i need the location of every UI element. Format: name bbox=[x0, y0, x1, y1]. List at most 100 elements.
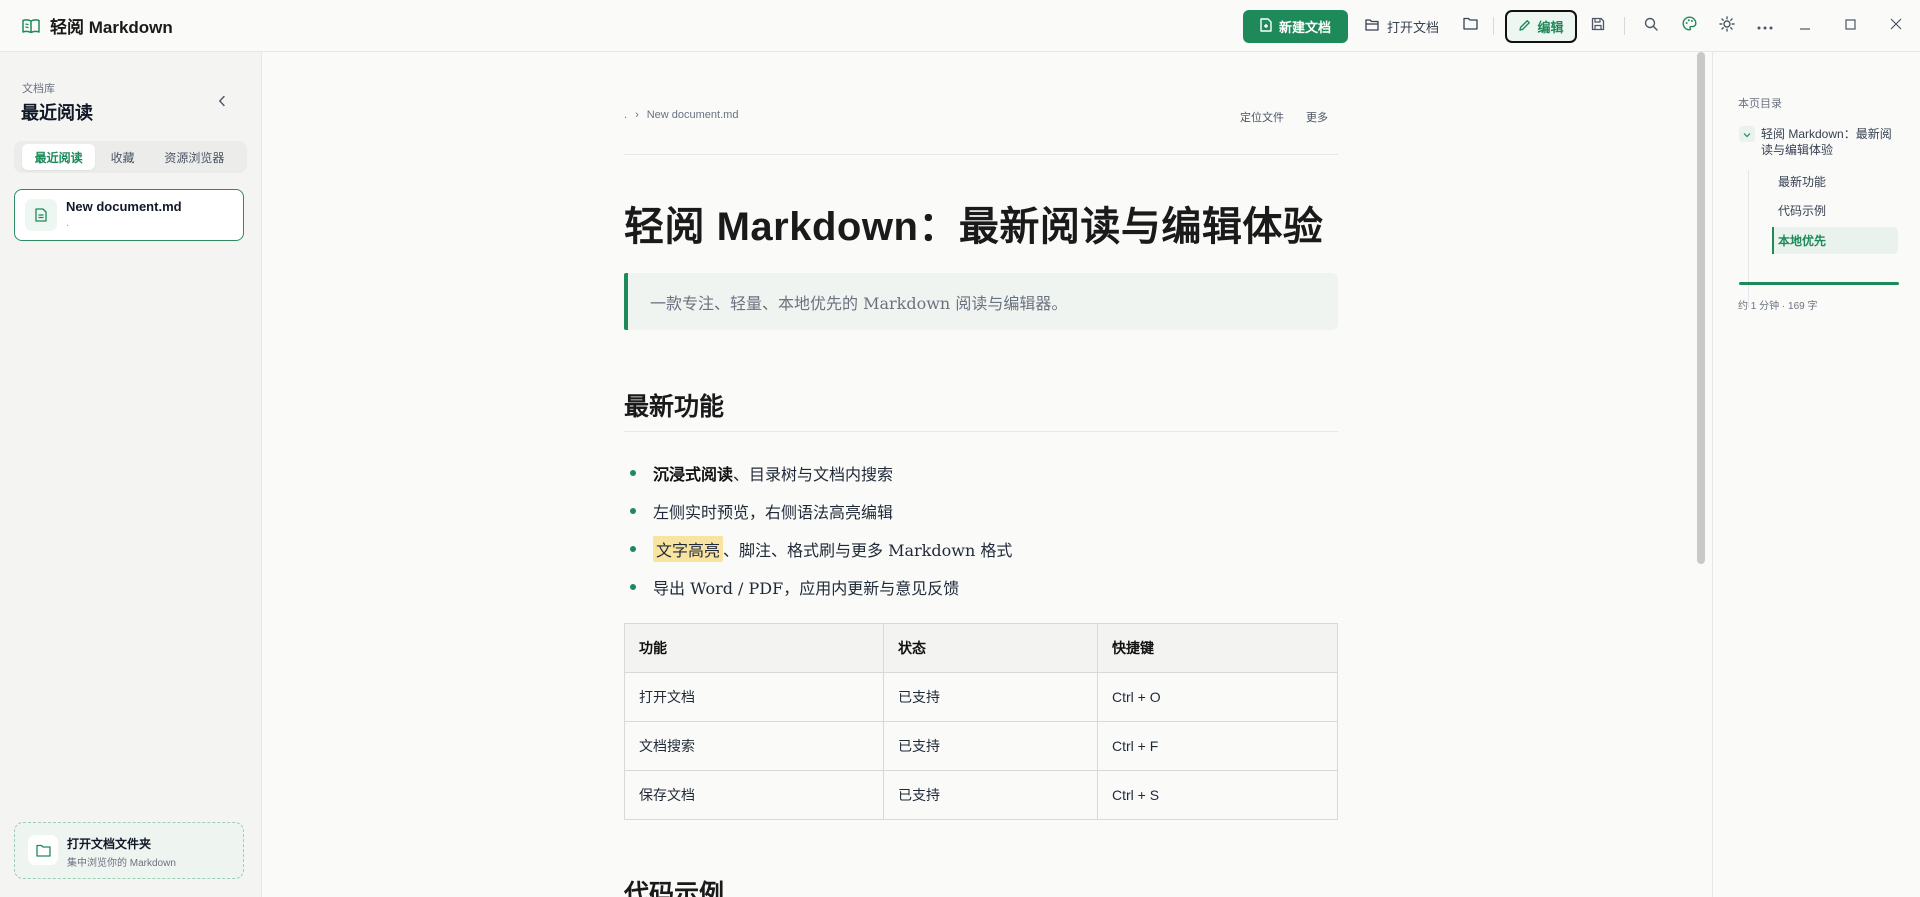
table-cell: Ctrl + F bbox=[1097, 721, 1338, 771]
table-cell: Ctrl + O bbox=[1097, 672, 1338, 722]
document-actions: 定位文件 更多 bbox=[1240, 109, 1328, 125]
recent-doc-name: New document.md bbox=[66, 199, 182, 214]
toolbar-divider bbox=[1624, 17, 1625, 35]
edit-label: 编辑 bbox=[1537, 20, 1564, 35]
chevron-down-icon bbox=[1743, 125, 1751, 143]
search-button[interactable] bbox=[1637, 12, 1665, 40]
toolbar-divider bbox=[1493, 17, 1494, 35]
document-blockquote: 一款专注、轻量、本地优先的 Markdown 阅读与编辑器。 bbox=[624, 273, 1338, 330]
table-cell: 已支持 bbox=[883, 770, 1098, 820]
highlighted-text: 文字高亮 bbox=[653, 536, 724, 562]
title-bar: 轻阅 Markdown 新建文档 打开文档 编辑 bbox=[0, 0, 1920, 52]
brightness-button[interactable] bbox=[1713, 12, 1741, 40]
save-button[interactable] bbox=[1584, 12, 1612, 40]
feature-text: 、目录树与文档内搜索 bbox=[733, 465, 894, 484]
book-open-icon bbox=[21, 16, 41, 36]
open-folder-subtitle: 集中浏览你的 Markdown bbox=[67, 858, 176, 869]
feature-text: 左侧实时预览，右侧语法高亮编辑 bbox=[653, 503, 894, 522]
list-item: 文字高亮 、脚注、格式刷与更多 Markdown 格式 bbox=[630, 530, 1012, 568]
breadcrumb-separator: › bbox=[635, 109, 639, 121]
list-item: 左侧实时预览，右侧语法高亮编辑 bbox=[630, 492, 1012, 530]
open-document-button[interactable]: 打开文档 bbox=[1365, 10, 1439, 43]
table-cell: 已支持 bbox=[883, 672, 1098, 722]
minimize-button[interactable] bbox=[1791, 12, 1819, 40]
theme-color-button[interactable] bbox=[1675, 12, 1703, 40]
table-cell: 保存文档 bbox=[624, 770, 884, 820]
outline-item-active[interactable]: 本地优先 bbox=[1772, 227, 1898, 254]
new-document-label: 新建文档 bbox=[1278, 20, 1331, 35]
table-row: 保存文档 已支持 Ctrl + S bbox=[624, 770, 1338, 820]
folder-open-icon bbox=[1365, 19, 1387, 34]
heading-features: 最新功能 bbox=[624, 393, 725, 421]
open-folder-title: 打开文档文件夹 bbox=[67, 837, 152, 851]
outline-title: 本页目录 bbox=[1738, 98, 1782, 110]
header-divider bbox=[624, 154, 1338, 155]
close-button[interactable] bbox=[1882, 12, 1910, 40]
features-table: 功能 状态 快捷键 打开文档 已支持 Ctrl + O 文档搜索 已支持 Ctr… bbox=[624, 623, 1338, 820]
chevron-left-icon bbox=[218, 94, 226, 112]
open-folder-card[interactable]: 打开文档文件夹 集中浏览你的 Markdown bbox=[14, 822, 244, 879]
recent-doc-item[interactable]: New document.md . bbox=[14, 189, 244, 241]
table-cell: 已支持 bbox=[883, 721, 1098, 771]
breadcrumb-root[interactable]: . bbox=[624, 109, 627, 121]
close-icon bbox=[1890, 17, 1902, 35]
table-cell: 打开文档 bbox=[624, 672, 884, 722]
tab-recent[interactable]: 最近阅读 bbox=[22, 144, 96, 170]
minimize-icon bbox=[1799, 17, 1811, 35]
new-document-button[interactable]: 新建文档 bbox=[1243, 10, 1348, 43]
bullet-icon bbox=[630, 470, 636, 476]
features-list: 沉浸式阅读 、目录树与文档内搜索 左侧实时预览，右侧语法高亮编辑 文字高亮 、脚… bbox=[630, 454, 1012, 606]
edit-button[interactable]: 编辑 bbox=[1505, 10, 1577, 43]
collapse-sidebar-button[interactable] bbox=[211, 92, 233, 114]
palette-icon bbox=[1682, 16, 1697, 36]
open-folder-button[interactable] bbox=[1456, 12, 1484, 40]
table-cell: Ctrl + S bbox=[1097, 770, 1338, 820]
outline-item-label: 本地优先 bbox=[1778, 234, 1827, 248]
maximize-icon bbox=[1844, 17, 1856, 35]
table-cell: 文档搜索 bbox=[624, 721, 884, 771]
more-button[interactable] bbox=[1751, 12, 1779, 40]
open-document-label: 打开文档 bbox=[1387, 20, 1440, 35]
outline-toggle-button[interactable] bbox=[1739, 126, 1755, 142]
table-header-cell: 状态 bbox=[883, 623, 1098, 673]
list-item: 沉浸式阅读 、目录树与文档内搜索 bbox=[630, 454, 1012, 492]
outline-item[interactable]: 最新功能 bbox=[1778, 173, 1826, 190]
feature-text: 导出 Word / PDF，应用内更新与意见反馈 bbox=[653, 579, 960, 598]
recent-doc-path: . bbox=[66, 217, 70, 229]
table-header-cell: 快捷键 bbox=[1097, 623, 1338, 673]
search-icon bbox=[1644, 17, 1658, 36]
list-item: 导出 Word / PDF，应用内更新与意见反馈 bbox=[630, 568, 1012, 606]
brand: 轻阅 Markdown bbox=[21, 13, 173, 38]
folder-icon bbox=[1462, 17, 1478, 35]
file-plus-icon bbox=[1260, 18, 1279, 35]
breadcrumb: . › New document.md bbox=[624, 109, 746, 121]
locate-file-link[interactable]: 定位文件 bbox=[1240, 109, 1284, 125]
save-icon bbox=[1591, 17, 1605, 36]
sidebar-eyebrow: 文档库 bbox=[22, 83, 55, 95]
reading-meta: 约 1 分钟 · 169 字 bbox=[1738, 301, 1818, 312]
more-link[interactable]: 更多 bbox=[1306, 109, 1328, 125]
tab-favorites[interactable]: 收藏 bbox=[95, 144, 150, 170]
heading-code-example: 代码示例 bbox=[624, 880, 725, 897]
breadcrumb-file[interactable]: New document.md bbox=[647, 109, 739, 121]
heading-divider bbox=[624, 431, 1338, 432]
outline-item-root[interactable]: 轻阅 Markdown：最新阅读与编辑体验 bbox=[1761, 126, 1901, 158]
table-row: 打开文档 已支持 Ctrl + O bbox=[624, 672, 1338, 722]
table-header-row: 功能 状态 快捷键 bbox=[624, 623, 1338, 673]
maximize-button[interactable] bbox=[1836, 12, 1864, 40]
sidebar-tabs: 最近阅读 收藏 资源浏览器 bbox=[14, 141, 247, 173]
tab-explorer[interactable]: 资源浏览器 bbox=[150, 144, 239, 170]
reading-progress-bar bbox=[1739, 282, 1899, 285]
bullet-icon bbox=[630, 584, 636, 590]
outline-item[interactable]: 代码示例 bbox=[1778, 202, 1826, 219]
feature-text: 、脚注、格式刷与更多 Markdown 格式 bbox=[723, 541, 1013, 560]
sidebar-title: 最近阅读 bbox=[21, 103, 93, 123]
sidebar: 文档库 最近阅读 最近阅读 收藏 资源浏览器 New document.md .… bbox=[0, 52, 262, 897]
pencil-icon bbox=[1518, 19, 1537, 35]
sun-icon bbox=[1719, 15, 1735, 37]
bullet-icon bbox=[630, 546, 636, 552]
file-text-icon bbox=[25, 199, 57, 231]
blockquote-text: 一款专注、轻量、本地优先的 Markdown 阅读与编辑器。 bbox=[650, 293, 1068, 313]
document-scrollbar[interactable] bbox=[1697, 52, 1705, 564]
table-row: 文档搜索 已支持 Ctrl + F bbox=[624, 721, 1338, 771]
